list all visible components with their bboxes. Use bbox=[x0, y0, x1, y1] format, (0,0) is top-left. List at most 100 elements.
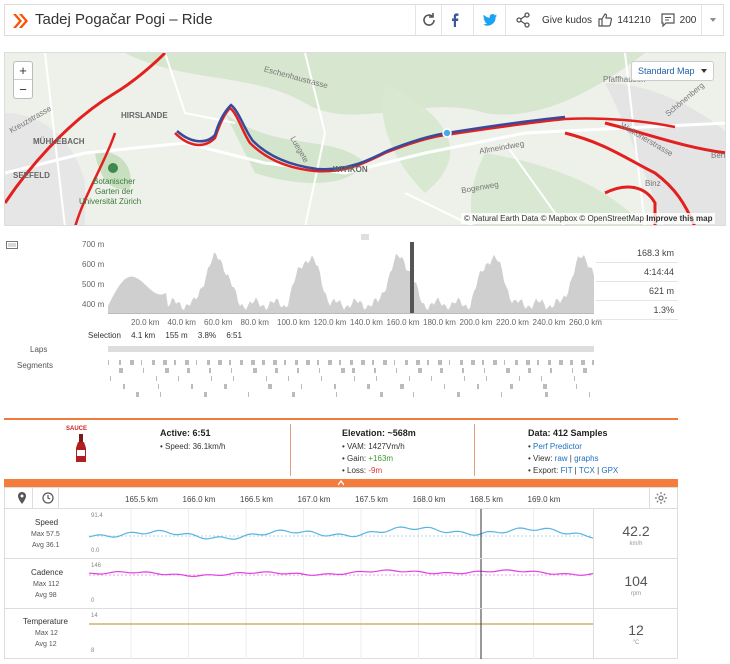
collapse-bar[interactable] bbox=[4, 479, 678, 487]
segment-mark[interactable] bbox=[156, 376, 157, 381]
selection-marker[interactable] bbox=[410, 242, 414, 314]
segment-mark[interactable] bbox=[416, 360, 417, 365]
segment-mark[interactable] bbox=[449, 360, 450, 365]
segment-mark[interactable] bbox=[541, 376, 542, 381]
segment-mark[interactable] bbox=[367, 384, 370, 389]
segment-mark[interactable] bbox=[130, 360, 134, 365]
segment-mark[interactable] bbox=[288, 376, 289, 381]
segment-mark[interactable] bbox=[341, 368, 345, 373]
segment-mark[interactable] bbox=[471, 360, 475, 365]
segment-mark[interactable] bbox=[268, 384, 272, 389]
segment-mark[interactable] bbox=[123, 384, 125, 389]
view-raw-link[interactable]: raw bbox=[555, 454, 568, 463]
segment-mark[interactable] bbox=[501, 392, 502, 397]
segment-mark[interactable] bbox=[292, 392, 295, 397]
segment-mark[interactable] bbox=[196, 360, 197, 365]
segment-mark[interactable] bbox=[592, 360, 594, 365]
segment-mark[interactable] bbox=[143, 368, 144, 373]
segment-mark[interactable] bbox=[413, 392, 414, 397]
segment-mark[interactable] bbox=[400, 384, 404, 389]
segment-mark[interactable] bbox=[583, 368, 587, 373]
segment-mark[interactable] bbox=[110, 376, 111, 381]
export-gpx-link[interactable]: GPX bbox=[601, 466, 618, 475]
facebook-share-button[interactable] bbox=[441, 5, 467, 35]
segment-mark[interactable] bbox=[526, 360, 530, 365]
zoom-in-button[interactable]: + bbox=[14, 62, 32, 80]
export-tcx-link[interactable]: TCX bbox=[579, 466, 595, 475]
segment-mark[interactable] bbox=[163, 360, 167, 365]
segment-mark[interactable] bbox=[528, 368, 531, 373]
segment-mark[interactable] bbox=[510, 384, 513, 389]
segments-track[interactable] bbox=[108, 360, 594, 400]
map-pin-button[interactable] bbox=[11, 488, 33, 508]
segment-mark[interactable] bbox=[253, 368, 257, 373]
segment-mark[interactable] bbox=[431, 376, 432, 381]
laps-bar[interactable] bbox=[108, 346, 594, 352]
segment-mark[interactable] bbox=[158, 384, 159, 389]
segment-mark[interactable] bbox=[211, 376, 212, 381]
segment-mark[interactable] bbox=[275, 368, 278, 373]
segment-mark[interactable] bbox=[284, 360, 286, 365]
settings-button[interactable] bbox=[649, 488, 671, 508]
segment-mark[interactable] bbox=[570, 360, 573, 365]
segment-mark[interactable] bbox=[581, 360, 585, 365]
segment-mark[interactable] bbox=[537, 360, 539, 365]
segment-mark[interactable] bbox=[460, 360, 463, 365]
segment-mark[interactable] bbox=[444, 384, 445, 389]
segment-mark[interactable] bbox=[427, 360, 429, 365]
segment-mark[interactable] bbox=[251, 360, 252, 365]
segment-mark[interactable] bbox=[559, 360, 560, 365]
segment-mark[interactable] bbox=[204, 392, 207, 397]
segment-mark[interactable] bbox=[394, 360, 395, 365]
segment-mark[interactable] bbox=[191, 384, 193, 389]
segment-mark[interactable] bbox=[229, 360, 231, 365]
view-graphs-link[interactable]: graphs bbox=[574, 454, 598, 463]
kudos-count-button[interactable]: 141210 bbox=[597, 5, 651, 35]
map-type-select[interactable]: Standard Map bbox=[631, 61, 714, 81]
refresh-button[interactable] bbox=[415, 5, 441, 35]
segment-mark[interactable] bbox=[119, 368, 122, 373]
twitter-share-button[interactable] bbox=[473, 5, 505, 35]
more-options-button[interactable] bbox=[701, 5, 724, 35]
segment-mark[interactable] bbox=[209, 368, 211, 373]
segment-mark[interactable] bbox=[319, 368, 320, 373]
segment-mark[interactable] bbox=[240, 360, 243, 365]
segment-mark[interactable] bbox=[519, 376, 520, 381]
share-button[interactable] bbox=[505, 5, 539, 35]
segment-mark[interactable] bbox=[233, 376, 234, 381]
segment-mark[interactable] bbox=[438, 360, 442, 365]
segment-mark[interactable] bbox=[545, 392, 548, 397]
segment-mark[interactable] bbox=[396, 368, 397, 373]
segment-mark[interactable] bbox=[543, 384, 547, 389]
segment-mark[interactable] bbox=[174, 360, 176, 365]
segment-mark[interactable] bbox=[576, 384, 577, 389]
elevation-chart[interactable] bbox=[108, 242, 594, 314]
segment-mark[interactable] bbox=[376, 376, 377, 381]
segment-mark[interactable] bbox=[464, 376, 465, 381]
segment-mark[interactable] bbox=[350, 360, 353, 365]
segment-mark[interactable] bbox=[482, 360, 484, 365]
segment-mark[interactable] bbox=[295, 360, 298, 365]
stream-plot[interactable] bbox=[89, 509, 593, 659]
segment-mark[interactable] bbox=[321, 376, 322, 381]
segment-mark[interactable] bbox=[477, 384, 479, 389]
segment-mark[interactable] bbox=[484, 368, 485, 373]
segment-mark[interactable] bbox=[152, 360, 155, 365]
segment-mark[interactable] bbox=[207, 360, 210, 365]
segment-mark[interactable] bbox=[440, 368, 443, 373]
segment-mark[interactable] bbox=[317, 360, 319, 365]
segment-mark[interactable] bbox=[493, 360, 497, 365]
segment-mark[interactable] bbox=[273, 360, 277, 365]
improve-map-link[interactable]: Improve this map bbox=[646, 214, 712, 223]
segment-mark[interactable] bbox=[218, 360, 222, 365]
segment-mark[interactable] bbox=[486, 376, 487, 381]
keyboard-icon[interactable] bbox=[6, 236, 18, 249]
segment-mark[interactable] bbox=[297, 368, 299, 373]
clock-button[interactable] bbox=[37, 488, 59, 508]
segment-mark[interactable] bbox=[574, 376, 575, 381]
segment-mark[interactable] bbox=[178, 376, 179, 381]
segment-mark[interactable] bbox=[380, 392, 383, 397]
segment-mark[interactable] bbox=[336, 392, 337, 397]
segment-mark[interactable] bbox=[165, 368, 169, 373]
segment-mark[interactable] bbox=[405, 360, 408, 365]
